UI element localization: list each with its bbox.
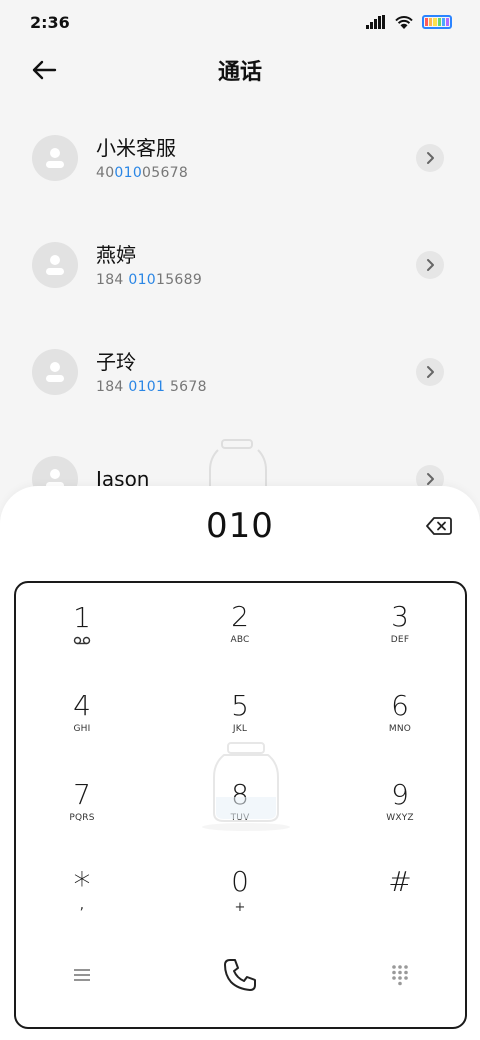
- chevron-right-icon: [427, 258, 434, 271]
- header: 通话: [0, 44, 480, 96]
- contact-row[interactable]: 燕婷 184 01015689: [0, 211, 480, 318]
- avatar: [32, 241, 78, 288]
- dial-number-display: 010: [206, 506, 274, 546]
- status-time: 2:36: [30, 12, 70, 32]
- back-button[interactable]: [28, 56, 60, 84]
- contact-list: 小米客服 4001005678 燕婷 184 01015689 子玲 184 0…: [0, 104, 480, 532]
- backspace-button[interactable]: [426, 516, 452, 538]
- key-7[interactable]: 7 PQRS: [22, 761, 142, 841]
- contact-name: 子玲: [96, 349, 136, 374]
- key-star[interactable]: * ,: [22, 848, 142, 928]
- menu-button[interactable]: [22, 945, 142, 1005]
- key-hash[interactable]: #: [340, 848, 460, 928]
- contact-detail-button[interactable]: [416, 250, 444, 279]
- voicemail-icon: [73, 636, 91, 644]
- person-icon: [46, 254, 64, 275]
- contact-row[interactable]: 小米客服 4001005678: [0, 104, 480, 211]
- back-arrow-icon: [32, 60, 57, 80]
- contact-number: 4001005678: [96, 164, 189, 181]
- key-3[interactable]: 3 DEF: [340, 583, 460, 663]
- page-title: 通话: [217, 60, 262, 85]
- phone-icon: [224, 959, 256, 991]
- key-1[interactable]: 1: [22, 583, 142, 663]
- backspace-icon: [426, 517, 452, 535]
- contact-detail-button[interactable]: [416, 143, 444, 172]
- contact-row[interactable]: 子玲 184 0101 5678: [0, 318, 480, 425]
- contact-number: 184 0101 5678: [96, 378, 207, 395]
- keypad: 1 2 ABC 3 DEF 4 GHI 5 JKL 6 MNO 7 PQRS 8…: [14, 581, 467, 1029]
- person-icon: [46, 147, 64, 168]
- contact-name: 小米客服: [96, 135, 176, 160]
- battery-icon: [422, 15, 452, 29]
- contact-name: 燕婷: [96, 242, 136, 267]
- dialer-sheet: 010 1 2 ABC 3 DEF 4 GHI 5 JKL 6 MNO 7 PQ…: [0, 486, 480, 1040]
- contact-number: 184 01015689: [96, 271, 203, 288]
- signal-icon: [366, 15, 385, 29]
- key-0[interactable]: 0 +: [180, 848, 300, 928]
- avatar: [32, 348, 78, 395]
- chevron-right-icon: [427, 151, 434, 164]
- call-button[interactable]: [180, 945, 300, 1005]
- status-bar: 2:36: [0, 0, 480, 44]
- person-icon: [46, 361, 64, 382]
- key-4[interactable]: 4 GHI: [22, 672, 142, 752]
- key-8[interactable]: 8 TUV: [180, 761, 300, 841]
- wifi-icon: [395, 15, 413, 29]
- key-6[interactable]: 6 MNO: [340, 672, 460, 752]
- hide-keypad-button[interactable]: [340, 945, 460, 1005]
- key-2[interactable]: 2 ABC: [180, 583, 300, 663]
- dialpad-icon: [392, 965, 408, 986]
- chevron-right-icon: [427, 365, 434, 378]
- contact-detail-button[interactable]: [416, 357, 444, 386]
- avatar: [32, 134, 78, 181]
- key-5[interactable]: 5 JKL: [180, 672, 300, 752]
- menu-icon: [74, 969, 90, 981]
- status-icons: [366, 15, 452, 30]
- chevron-right-icon: [427, 472, 434, 485]
- key-9[interactable]: 9 WXYZ: [340, 761, 460, 841]
